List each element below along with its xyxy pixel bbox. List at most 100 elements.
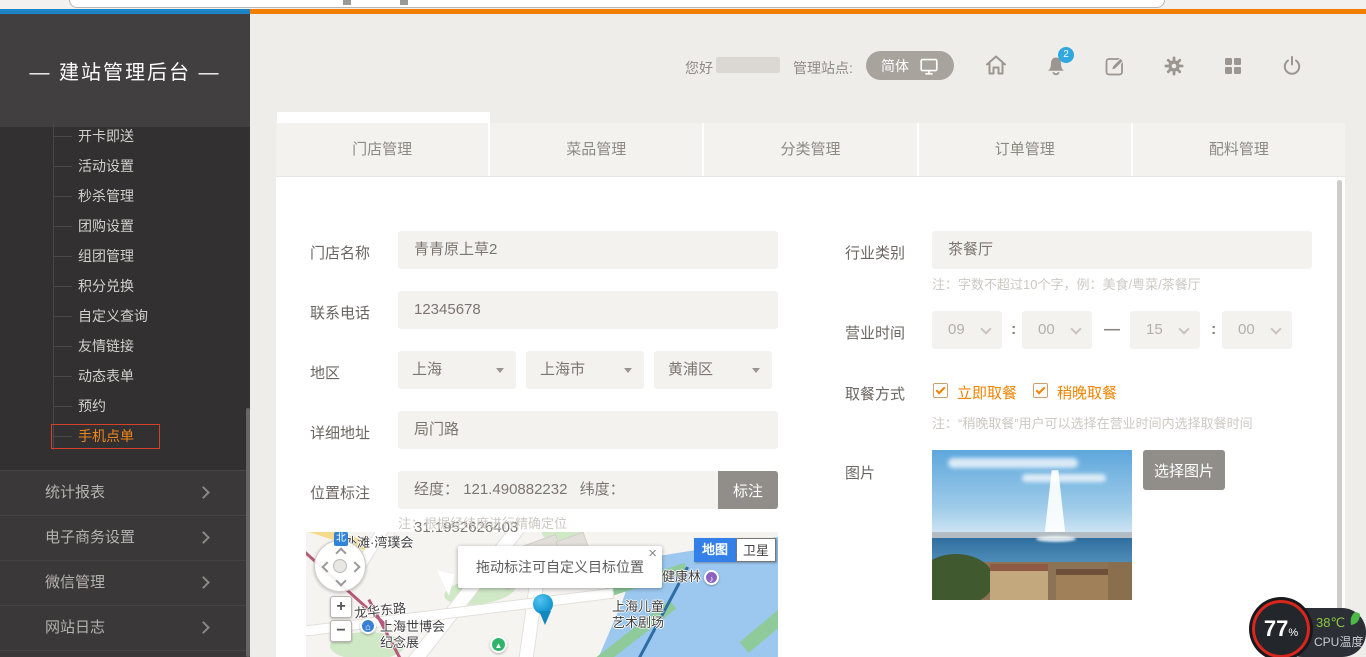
close-minute-select[interactable]: 00 [1222, 311, 1292, 349]
address-label: 详细地址 [310, 422, 370, 443]
apps-grid-icon[interactable] [1221, 54, 1245, 78]
mark-location-button[interactable]: 标注 [718, 471, 778, 509]
chevron-down-icon [980, 323, 991, 334]
sidebar-item-booking[interactable]: 预约 [0, 391, 250, 421]
choose-image-button[interactable]: 选择图片 [1143, 450, 1225, 490]
photo-building [1056, 574, 1108, 600]
hours-label: 营业时间 [845, 322, 905, 343]
map-label-expo-2: 纪念展 [380, 632, 419, 651]
tab-category-management[interactable]: 分类管理 [702, 123, 916, 176]
sidebar-item-card-gift[interactable]: 开卡即送 [0, 121, 250, 151]
app-title: — 建站管理后台 — [0, 14, 250, 127]
map-widget[interactable]: 外滩·湾璞会 龙华东路 上海世博会 纪念展 健康林 上海儿童 艺术剧场 ⌂ ▲ … [306, 532, 778, 657]
sidebar-item-points-exchange[interactable]: 积分兑换 [0, 271, 250, 301]
district-select[interactable]: 黄浦区 [654, 351, 772, 389]
sidebar-item-groupbuy-settings[interactable]: 团购设置 [0, 211, 250, 241]
city-select[interactable]: 上海市 [526, 351, 644, 389]
sidebar-item-dynamic-forms[interactable]: 动态表单 [0, 361, 250, 391]
address-bar-icon [400, 0, 408, 5]
zoom-in-button[interactable]: + [330, 596, 352, 618]
tab-store-management[interactable]: 门店管理 [276, 123, 488, 176]
map-pan-control[interactable] [314, 540, 366, 592]
open-hour-select[interactable]: 09 [932, 311, 1002, 349]
sidebar-item-friend-links[interactable]: 友情链接 [0, 331, 250, 361]
tab-dish-management[interactable]: 菜品管理 [488, 123, 702, 176]
address-input[interactable]: 局门路 [398, 411, 778, 449]
cpu-temp-value: 38℃ [1316, 615, 1345, 631]
browser-edge [0, 0, 1366, 9]
chevron-right-icon [197, 621, 210, 634]
greeting-text: 您好 [685, 58, 713, 78]
pan-up-icon[interactable] [335, 547, 346, 558]
sidebar-scrollbar[interactable] [246, 408, 250, 657]
tab-ingredient-management[interactable]: 配料管理 [1131, 123, 1345, 176]
tooltip-close-icon[interactable]: × [648, 545, 657, 562]
zoom-out-button[interactable]: − [330, 620, 352, 642]
active-tab-highlight [277, 112, 490, 123]
pickup-later-checkbox[interactable] [1033, 383, 1048, 398]
edit-icon[interactable] [1103, 54, 1127, 78]
store-name-label: 门店名称 [310, 242, 370, 263]
phone-label: 联系电话 [310, 302, 370, 323]
language-pill-button[interactable]: 简体 [866, 51, 954, 80]
image-label: 图片 [845, 462, 875, 483]
store-name-input[interactable]: 青青原上草2 [398, 231, 778, 269]
chevron-down-icon [1070, 323, 1081, 334]
home-icon[interactable] [984, 53, 1008, 77]
industry-input[interactable]: 茶餐厅 [932, 231, 1312, 269]
park-poi-icon: ▲ [490, 636, 507, 653]
cpu-usage-gauge[interactable]: 77% [1252, 600, 1310, 657]
location-note: 注：根据经纬度进行精确定位 [398, 513, 567, 532]
sidebar-item-team-management[interactable]: 组团管理 [0, 241, 250, 271]
pickup-now-label[interactable]: 立即取餐 [957, 382, 1017, 403]
sidebar-section-wechat-management[interactable]: 微信管理 [0, 560, 250, 605]
sidebar-section-site-logs[interactable]: 网站日志 [0, 605, 250, 650]
open-minute-select[interactable]: 00 [1022, 311, 1092, 349]
pickup-later-label[interactable]: 稍晚取餐 [1057, 382, 1117, 403]
pickup-label: 取餐方式 [845, 383, 905, 404]
photo-building [990, 568, 1048, 600]
content-scrollbar[interactable] [1337, 180, 1342, 657]
close-hour-select[interactable]: 15 [1130, 311, 1200, 349]
tab-bar: 门店管理 菜品管理 分类管理 订单管理 配料管理 [276, 123, 1345, 177]
longitude-label: 经度： [414, 481, 459, 498]
chevron-right-icon [197, 486, 210, 499]
pan-center-knob[interactable] [333, 559, 347, 573]
satellite-mode-button[interactable]: 卫星 [736, 538, 776, 562]
power-icon[interactable] [1280, 54, 1304, 78]
tree-tick [53, 196, 72, 197]
settings-gear-icon[interactable] [1162, 54, 1186, 78]
tab-order-management[interactable]: 订单管理 [917, 123, 1131, 176]
industry-note: 注：字数不超过10个字，例：美食/粤菜/茶餐厅 [932, 274, 1201, 293]
photo-cloud [1022, 474, 1106, 482]
sidebar-item-custom-query[interactable]: 自定义查询 [0, 301, 250, 331]
industry-label: 行业类别 [845, 242, 905, 263]
pan-left-icon[interactable] [321, 561, 332, 572]
region-label: 地区 [310, 362, 340, 383]
tree-tick [53, 166, 72, 167]
tree-tick [53, 136, 72, 137]
music-poi-icon: ♪ [704, 570, 719, 585]
monitor-icon [918, 55, 940, 77]
photo-roof [990, 564, 1048, 571]
chevron-down-icon [1178, 323, 1189, 334]
province-select[interactable]: 上海 [398, 351, 516, 389]
pan-down-icon[interactable] [335, 575, 346, 586]
pan-right-icon[interactable] [349, 561, 360, 572]
phone-input[interactable]: 12345678 [398, 291, 778, 329]
coordinates-field[interactable]: 经度： 121.490882232 纬度： 31.1952626403 [398, 471, 718, 509]
language-label: 简体 [881, 56, 909, 76]
sidebar-item-activity-settings[interactable]: 活动设置 [0, 151, 250, 181]
map-mode-button[interactable]: 地图 [694, 538, 736, 562]
sidebar-section-stats-report[interactable]: 统计报表 [0, 470, 250, 515]
map-pin-tail [539, 611, 551, 625]
cpu-percent-sign: % [1288, 627, 1298, 639]
cpu-temp-label: CPU温度 [1314, 633, 1363, 650]
browser-address-bar[interactable] [69, 0, 1165, 8]
chevron-down-icon [1270, 323, 1281, 334]
sidebar-section-ecommerce-settings[interactable]: 电子商务设置 [0, 515, 250, 560]
map-tooltip-text: 拖动标注可自定义目标位置 [458, 546, 662, 588]
sidebar-item-seckill[interactable]: 秒杀管理 [0, 181, 250, 211]
pickup-now-checkbox[interactable] [933, 383, 948, 398]
leaf-icon [1348, 611, 1362, 627]
